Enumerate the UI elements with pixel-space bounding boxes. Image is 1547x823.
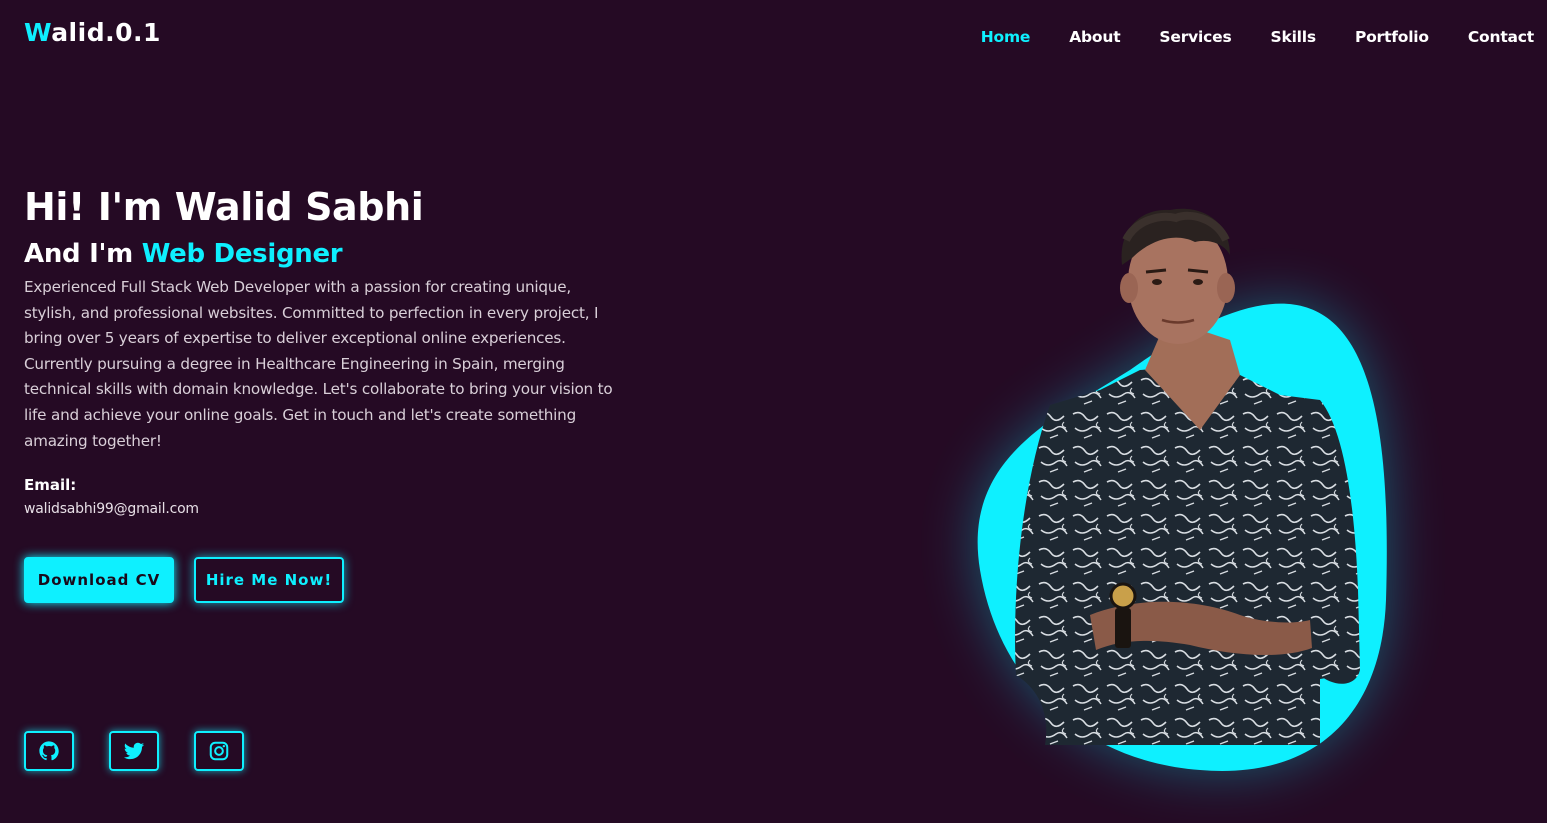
email-label: Email: xyxy=(24,476,77,495)
instagram-link[interactable] xyxy=(194,731,244,771)
hero-description: Experienced Full Stack Web Developer wit… xyxy=(24,278,613,450)
nav-services[interactable]: Services xyxy=(1159,26,1231,48)
logo-rest: alid.0.1 xyxy=(51,18,161,47)
github-link[interactable] xyxy=(24,731,74,771)
logo-initial: W xyxy=(24,18,52,47)
download-cv-button[interactable]: Download CV xyxy=(24,557,174,603)
social-links xyxy=(24,731,244,771)
portrait-blob xyxy=(977,208,1387,771)
nav-contact[interactable]: Contact xyxy=(1468,26,1534,48)
twitter-icon xyxy=(123,742,145,760)
hero-subtitle: And I'm Web Designer xyxy=(24,234,624,274)
hero-role: Web Designer xyxy=(141,239,343,269)
nav-skills[interactable]: Skills xyxy=(1271,26,1317,48)
github-icon xyxy=(39,741,59,761)
hire-me-button[interactable]: Hire Me Now! xyxy=(194,557,344,603)
hero-section: Hi! I'm Walid Sabhi And I'm Web Designer… xyxy=(24,180,624,519)
hero-buttons: Download CV Hire Me Now! xyxy=(24,557,344,603)
main-nav: Home About Services Skills Portfolio Con… xyxy=(942,26,1534,48)
nav-about[interactable]: About xyxy=(1069,26,1120,48)
email-address[interactable]: walidsabhi99@gmail.com xyxy=(24,499,624,519)
page: Walid.0.1 Home About Services Skills Por… xyxy=(0,0,1547,823)
site-logo[interactable]: Walid.0.1 xyxy=(24,18,161,47)
hero-greeting: Hi! I'm Walid Sabhi xyxy=(24,185,424,229)
nav-home[interactable]: Home xyxy=(981,26,1031,48)
twitter-link[interactable] xyxy=(109,731,159,771)
instagram-icon xyxy=(209,741,229,761)
profile-portrait xyxy=(900,170,1500,810)
nav-portfolio[interactable]: Portfolio xyxy=(1355,26,1429,48)
hero-subtitle-prefix: And I'm xyxy=(24,239,142,269)
